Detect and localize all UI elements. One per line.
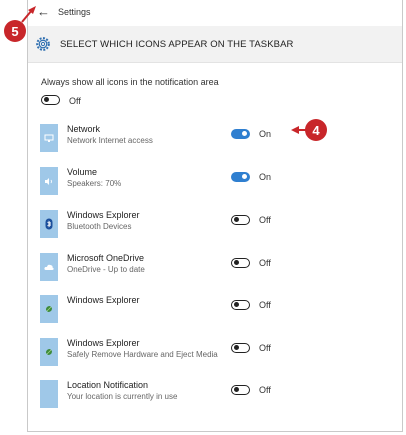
volume-icon [40,167,58,195]
page-header: SELECT WHICH ICONS APPEAR ON THE TASKBAR [28,26,402,63]
toggle-knob [44,97,49,102]
list-item: Network Network Internet access On [40,124,380,156]
item-description: Bluetooth Devices [67,222,132,231]
toggle-state: Off [259,385,271,395]
toggle-knob [242,174,247,179]
list-item: Microsoft OneDrive OneDrive - Up to date… [40,253,380,285]
toggle-knob [234,387,239,392]
toggle-state: On [259,172,272,182]
always-show-label: Always show all icons in the notificatio… [41,77,219,87]
toggle-state: Off [259,300,271,310]
always-show-state: Off [69,96,81,106]
toggle-state: Off [259,215,271,225]
item-description: Safely Remove Hardware and Eject Media [67,350,218,359]
item-description: Speakers: 70% [67,179,122,188]
item-name: Windows Explorer [67,338,140,348]
item-description: OneDrive - Up to date [67,265,145,274]
list-item: Windows Explorer Off [40,295,380,327]
bluetooth-toggle[interactable] [231,215,250,225]
item-name: Volume [67,167,98,177]
onedrive-icon [40,253,58,281]
page-title: SELECT WHICH ICONS APPEAR ON THE TASKBAR [60,39,294,50]
title-bar: ← Settings [28,0,402,27]
gear-icon [36,37,50,51]
location-toggle[interactable] [231,385,250,395]
toggle-state: Off [259,343,271,353]
item-description: Network Internet access [67,136,153,145]
network-toggle[interactable] [231,129,250,139]
toggle-knob [234,217,239,222]
window-title: Settings [58,7,91,17]
callout-step-4: 4 [305,119,327,141]
network-icon [40,124,58,152]
item-name: Windows Explorer [67,210,140,220]
safely-remove-icon [40,338,58,366]
item-name: Network [67,124,101,134]
settings-window: ← Settings SELECT WHICH ICONS APPEAR ON … [27,0,403,432]
safely-remove-toggle[interactable] [231,343,250,353]
location-icon [40,380,58,408]
list-item: Windows Explorer Bluetooth Devices Off [40,210,380,242]
item-description: Your location is currently in use [67,392,178,401]
list-item: Windows Explorer Safely Remove Hardware … [40,338,380,370]
windows-explorer-toggle[interactable] [231,300,250,310]
always-show-toggle[interactable] [41,95,60,105]
item-name: Windows Explorer [67,295,140,305]
list-item: Volume Speakers: 70% On [40,167,380,199]
callout-arrow-icon [21,6,36,23]
onedrive-toggle[interactable] [231,258,250,268]
toggle-knob [234,345,239,350]
toggle-knob [234,260,239,265]
item-name: Location Notification [67,380,149,390]
toggle-knob [242,131,247,136]
list-item: Location Notification Your location is c… [40,380,380,412]
toggle-state: On [259,129,272,139]
item-name: Microsoft OneDrive [67,253,145,263]
toggle-state: Off [259,258,271,268]
bluetooth-icon [40,210,58,238]
volume-toggle[interactable] [231,172,250,182]
windows-explorer-icon [40,295,58,323]
toggle-knob [234,302,239,307]
